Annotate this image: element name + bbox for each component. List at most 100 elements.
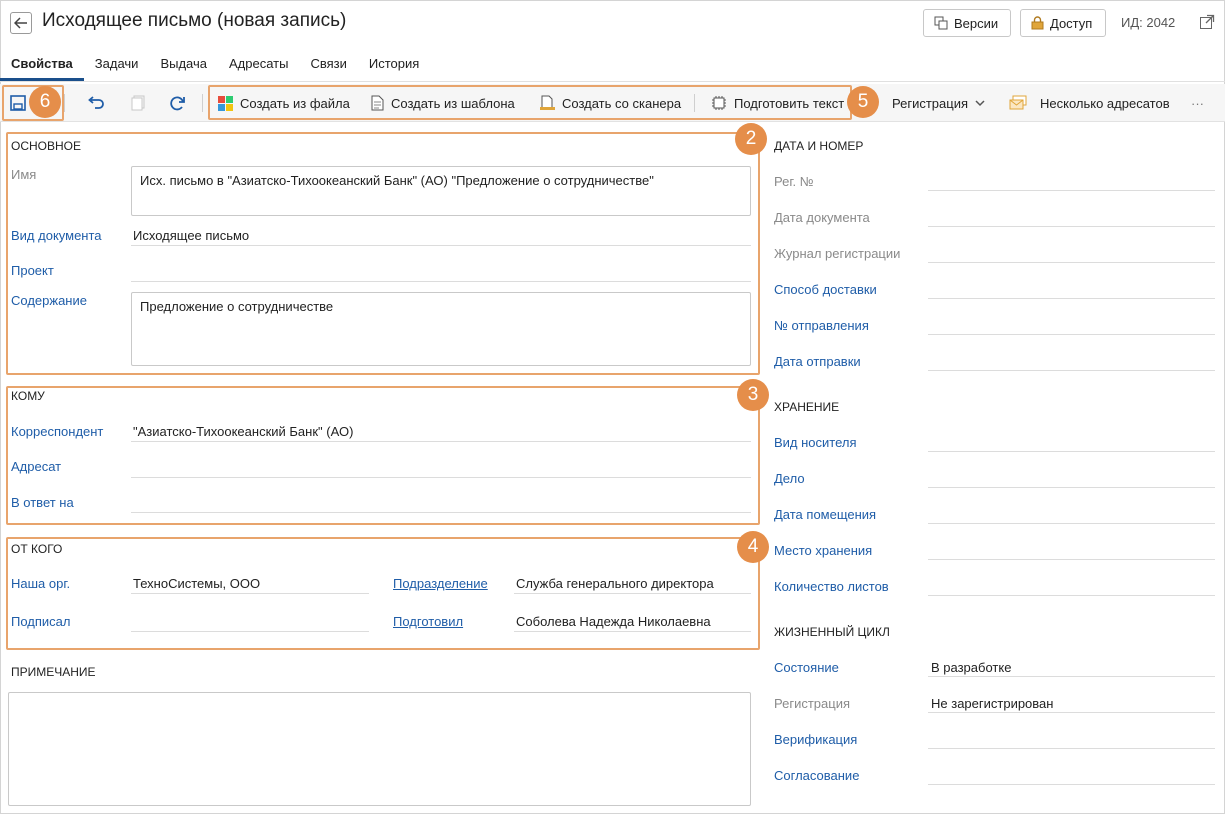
note-field[interactable] [8, 692, 751, 806]
open-external-icon[interactable] [1199, 14, 1215, 30]
record-id: ИД: 2042 [1121, 15, 1176, 30]
callout-badge-6: 6 [29, 86, 61, 118]
lock-icon [1031, 16, 1044, 30]
state-value[interactable]: В разработке [931, 660, 1011, 675]
prepared-underline [514, 631, 751, 632]
signed-field[interactable] [131, 631, 369, 632]
doc-date-label: Дата документа [774, 210, 870, 225]
section-lifecycle-title: ЖИЗНЕННЫЙ ЦИКЛ [774, 625, 890, 639]
registration-label: Регистрация [892, 95, 968, 111]
correspondent-underline [131, 441, 751, 442]
verification-field[interactable] [928, 748, 1215, 749]
department-label[interactable]: Подразделение [393, 576, 488, 591]
media-type-field[interactable] [928, 451, 1215, 452]
dispatch-date-label: Дата отправки [774, 354, 861, 369]
highlight-to [6, 386, 760, 525]
location-label: Место хранения [774, 543, 873, 558]
reply-to-label: В ответ на [11, 495, 74, 510]
content-field[interactable]: Предложение о сотрудничестве [131, 292, 751, 366]
undo-icon[interactable] [86, 93, 106, 113]
refresh-icon[interactable] [167, 93, 187, 113]
tab-bar: Свойства Задачи Выдача Адресаты Связи Ис… [0, 52, 430, 81]
tab-properties[interactable]: Свойства [0, 52, 84, 81]
reply-to-field[interactable] [131, 512, 751, 513]
state-label: Состояние [774, 660, 839, 675]
chevron-down-icon [975, 99, 985, 106]
prepared-value[interactable]: Соболева Надежда Николаевна [516, 614, 711, 629]
tab-history[interactable]: История [358, 52, 430, 81]
back-button[interactable] [10, 12, 32, 34]
reg-no-label: Рег. № [774, 174, 814, 189]
multiple-recipients-button[interactable]: Несколько адресатов [1009, 93, 1170, 113]
correspondent-label: Корреспондент [11, 424, 104, 439]
reg-journal-label: Журнал регистрации [774, 246, 901, 261]
dispatch-no-label: № отправления [774, 318, 869, 333]
section-from-title: ОТ КОГО [11, 542, 63, 556]
versions-icon [934, 16, 948, 30]
our-org-label: Наша орг. [11, 576, 71, 591]
reg-journal-field[interactable] [928, 262, 1215, 263]
delivery-method-field[interactable] [928, 298, 1215, 299]
correspondent-value[interactable]: "Азиатско-Тихоокеанский Банк" (АО) [133, 424, 353, 439]
name-label: Имя [11, 167, 37, 182]
section-storage-title: ХРАНЕНИЕ [774, 400, 840, 414]
registration-status-label: Регистрация [774, 696, 850, 711]
our-org-value[interactable]: ТехноСистемы, ООО [133, 576, 260, 591]
registration-status-underline [928, 712, 1215, 713]
case-label: Дело [774, 471, 805, 486]
name-field[interactable]: Исх. письмо в "Азиатско-Тихоокеанский Ба… [131, 166, 751, 216]
dispatch-date-field[interactable] [928, 370, 1215, 371]
registration-dropdown[interactable]: Регистрация [876, 93, 985, 113]
media-type-label: Вид носителя [774, 435, 857, 450]
section-basic-title: ОСНОВНОЕ [11, 139, 82, 153]
location-field[interactable] [928, 559, 1215, 560]
doc-type-label: Вид документа [11, 228, 102, 243]
callout-badge-3: 3 [737, 379, 769, 411]
section-to-title: КОМУ [11, 389, 45, 403]
toolbar-separator [64, 94, 65, 112]
sheets-count-field[interactable] [928, 595, 1215, 596]
callout-badge-5: 5 [847, 86, 879, 118]
prepared-label[interactable]: Подготовил [393, 614, 463, 629]
case-field[interactable] [928, 487, 1215, 488]
toolbar-separator [202, 94, 203, 112]
our-org-underline [131, 593, 369, 594]
approval-field[interactable] [928, 784, 1215, 785]
tab-recipients[interactable]: Адресаты [218, 52, 299, 81]
tab-issue[interactable]: Выдача [149, 52, 218, 81]
doc-type-underline [131, 245, 751, 246]
section-date-number-title: ДАТА И НОМЕР [774, 139, 864, 153]
project-field[interactable] [131, 281, 751, 282]
doc-type-value[interactable]: Исходящее письмо [133, 228, 249, 243]
doc-date-field[interactable] [928, 226, 1215, 227]
page-title: Исходящее письмо (новая запись) [42, 10, 347, 31]
versions-label: Версии [954, 15, 999, 31]
department-underline [514, 593, 751, 594]
access-button[interactable]: Доступ [1020, 9, 1106, 37]
signed-label: Подписал [11, 614, 71, 629]
reg-no-field[interactable] [928, 190, 1215, 191]
department-value[interactable]: Служба генерального директора [516, 576, 714, 591]
multiple-recipients-label: Несколько адресатов [1040, 95, 1170, 111]
state-underline [928, 676, 1215, 677]
placement-date-label: Дата помещения [774, 507, 877, 522]
tabs-divider [0, 81, 1225, 82]
more-button[interactable]: ··· [1191, 93, 1204, 113]
versions-button[interactable]: Версии [923, 9, 1011, 37]
access-label: Доступ [1050, 15, 1093, 31]
approval-label: Согласование [774, 768, 860, 783]
verification-label: Верификация [774, 732, 858, 747]
sheets-count-label: Количество листов [774, 579, 889, 594]
section-note-title: ПРИМЕЧАНИЕ [11, 665, 96, 679]
tab-links[interactable]: Связи [299, 52, 357, 81]
placement-date-field[interactable] [928, 523, 1215, 524]
highlight-create-actions [208, 85, 852, 120]
callout-badge-2: 2 [735, 123, 767, 155]
dispatch-no-field[interactable] [928, 334, 1215, 335]
copy-icon[interactable] [128, 93, 148, 113]
tab-tasks[interactable]: Задачи [84, 52, 150, 81]
addressee-label: Адресат [11, 459, 62, 474]
registration-status-value[interactable]: Не зарегистрирован [931, 696, 1053, 711]
addressee-field[interactable] [131, 477, 751, 478]
delivery-method-label: Способ доставки [774, 282, 877, 297]
